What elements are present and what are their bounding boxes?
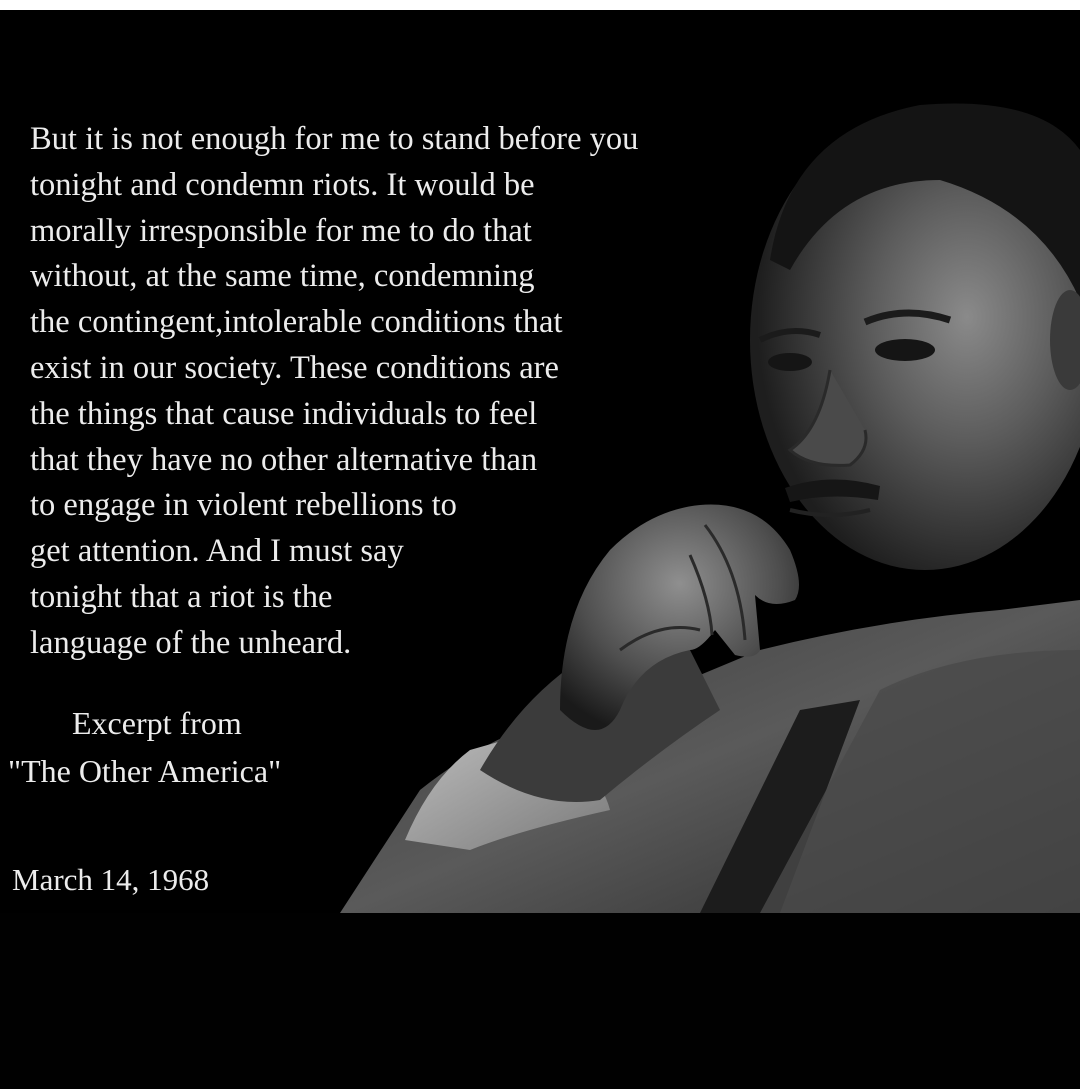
image-frame: But it is not enough for me to stand bef… xyxy=(0,0,1080,1089)
right-eye xyxy=(875,339,935,361)
quote-line: that they have no other alternative than xyxy=(30,441,538,478)
speech-title: "The Other America" xyxy=(8,753,282,789)
quote-line: tonight that a riot is the xyxy=(30,578,333,615)
quote-line: get attention. And I must say xyxy=(30,533,404,570)
quote-line: without, at the same time, condemning xyxy=(30,258,535,295)
quote-line: to engage in violent rebellions to xyxy=(30,487,457,524)
quote-line: morally irresponsible for me to do that xyxy=(30,212,532,249)
quote-line: But it is not enough for me to stand bef… xyxy=(30,121,639,157)
quote-line: the contingent,intolerable conditions th… xyxy=(30,304,563,341)
quote-line: tonight and condemn riots. It would be xyxy=(30,166,535,203)
speech-date: March 14, 1968 xyxy=(12,862,210,897)
quote-line: language of the unheard. xyxy=(30,624,352,661)
top-border xyxy=(0,0,1080,10)
quote-line: exist in our society. These conditions a… xyxy=(30,349,559,386)
excerpt-label: Excerpt from xyxy=(72,705,242,741)
quote-poster: But it is not enough for me to stand bef… xyxy=(0,10,1080,913)
bottom-border xyxy=(0,913,1080,1089)
quote-line: the things that cause individuals to fee… xyxy=(30,395,538,432)
quote-text: But it is not enough for me to stand bef… xyxy=(30,117,830,667)
